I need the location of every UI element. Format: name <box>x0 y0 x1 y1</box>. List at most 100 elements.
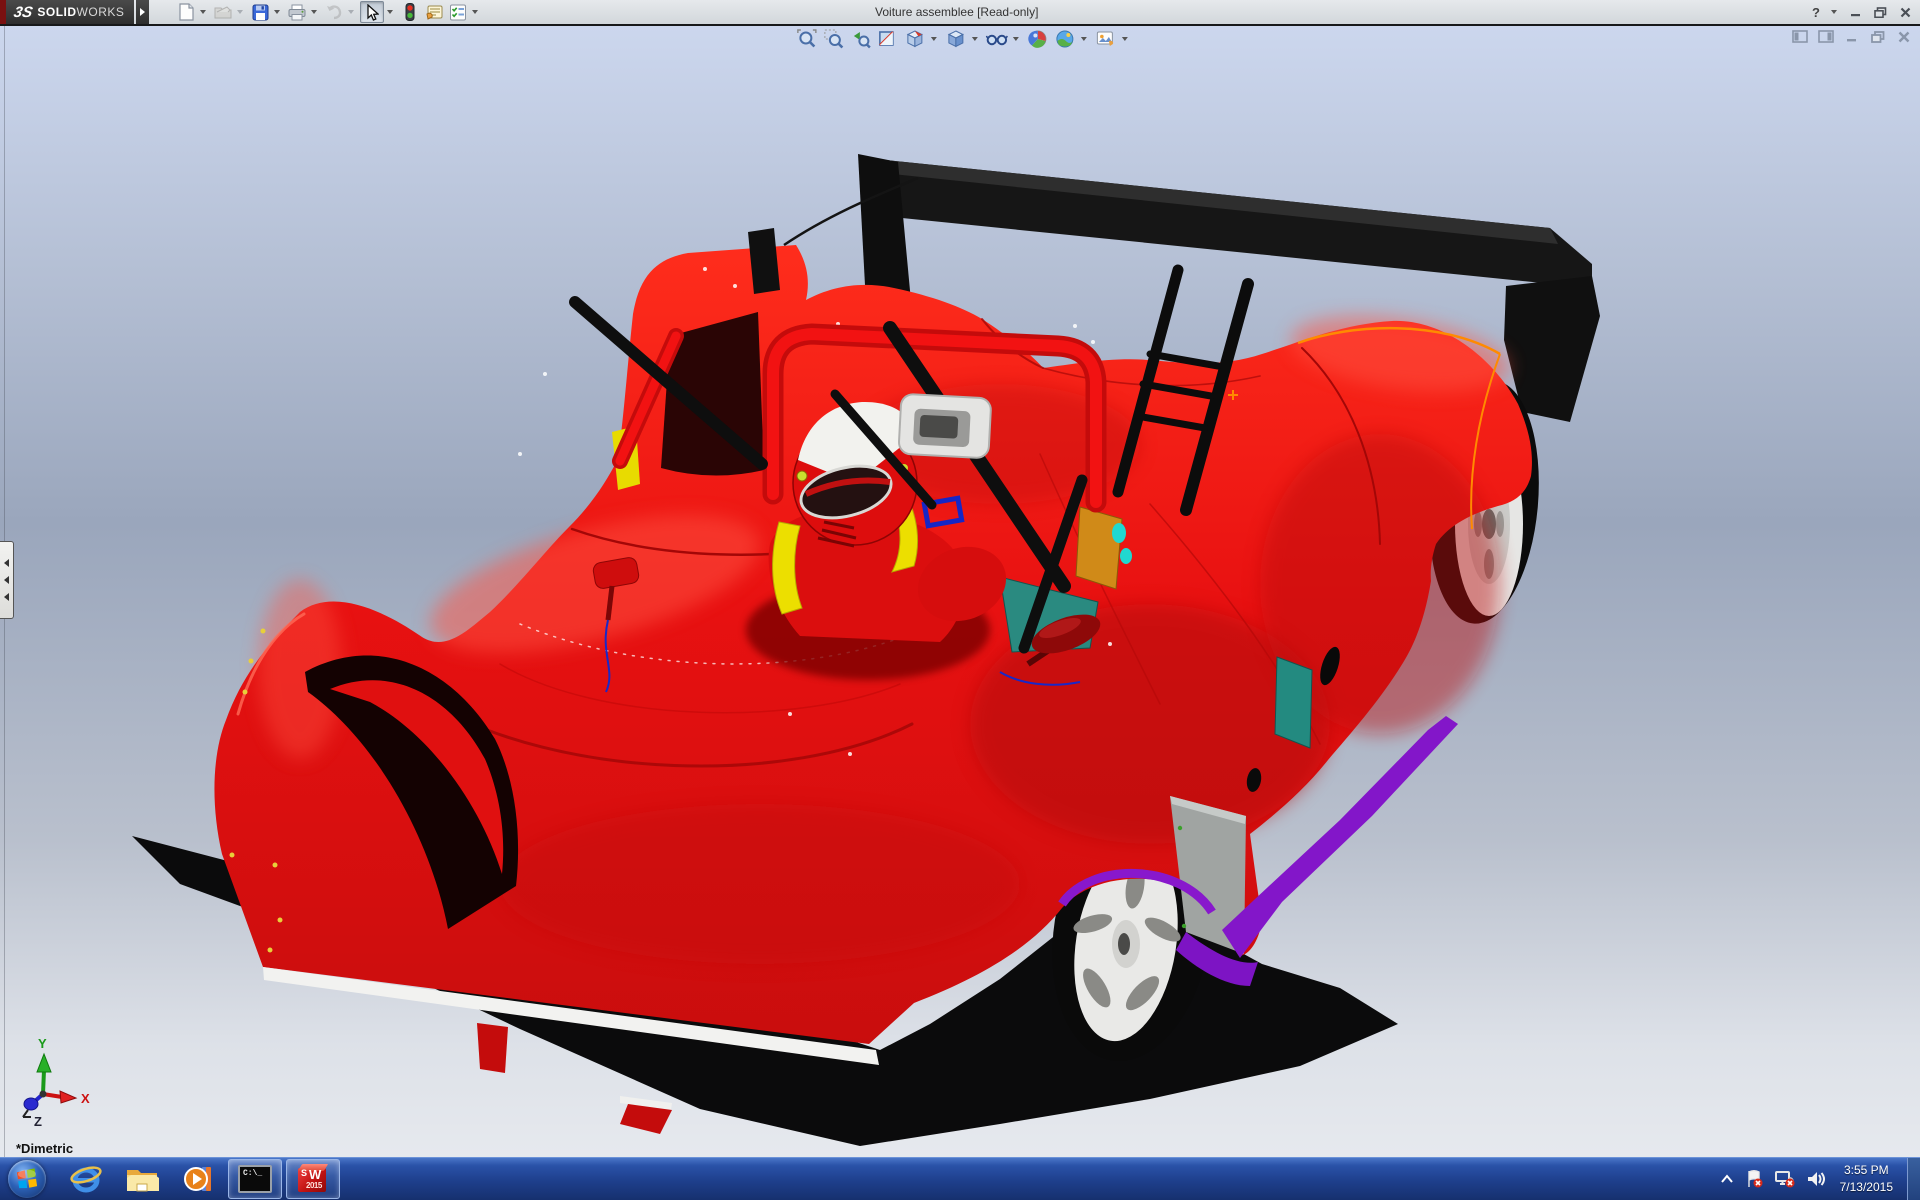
dropdown-arrow-icon[interactable] <box>274 10 280 14</box>
dropdown-arrow-icon[interactable] <box>311 10 317 14</box>
featuremanager-pane-right-button[interactable] <box>1816 28 1836 45</box>
new-document-button[interactable] <box>175 2 197 22</box>
dropdown-arrow-icon[interactable] <box>348 10 354 14</box>
triad-z-label: Z <box>34 1114 42 1129</box>
taskbar-file-explorer[interactable] <box>116 1160 168 1198</box>
previous-view-button[interactable] <box>849 28 873 50</box>
pane-right-icon <box>1818 30 1834 43</box>
edit-appearance-button[interactable] <box>1026 28 1050 50</box>
open-document-icon <box>214 4 233 20</box>
dropdown-arrow-icon[interactable] <box>237 10 243 14</box>
view-orientation-button[interactable] <box>903 28 927 50</box>
zoom-to-area-icon <box>824 29 844 49</box>
taskbar-internet-explorer[interactable] <box>60 1160 112 1198</box>
print-icon <box>288 4 306 21</box>
comment-button[interactable] <box>423 2 445 22</box>
doc-restore-button[interactable] <box>1868 28 1888 45</box>
comment-note-icon <box>425 4 444 21</box>
system-tray: 3:55 PM 7/13/2015 <box>1720 1158 1920 1200</box>
show-hidden-icons-button[interactable] <box>1720 1174 1734 1184</box>
logo-works: WORKS <box>77 5 125 19</box>
undo-button[interactable] <box>323 2 345 22</box>
select-cursor-button[interactable] <box>360 1 384 23</box>
media-player-icon <box>182 1163 214 1195</box>
zoom-to-fit-button[interactable] <box>795 28 819 50</box>
menu-expand-arrow[interactable] <box>136 0 149 24</box>
dropdown-arrow-icon[interactable] <box>1831 10 1837 14</box>
solidworks-logo: 3S SOLID WORKS <box>0 0 149 24</box>
display-style-button[interactable] <box>944 28 968 50</box>
reference-triad: Y X Z <box>6 1022 136 1132</box>
design-checker-button[interactable] <box>447 2 469 22</box>
dropdown-arrow-icon[interactable] <box>1122 37 1128 41</box>
apply-scene-icon <box>1055 29 1075 49</box>
dropdown-arrow-icon[interactable] <box>472 10 478 14</box>
new-document-icon <box>178 3 195 21</box>
pane-left-icon <box>1792 30 1808 43</box>
minimize-icon <box>1846 31 1858 42</box>
dropdown-arrow-icon[interactable] <box>1013 37 1019 41</box>
action-center-flag-icon[interactable] <box>1744 1169 1764 1189</box>
taskbar-media-player[interactable] <box>172 1160 224 1198</box>
close-button[interactable] <box>1894 3 1916 21</box>
close-icon <box>1898 31 1910 43</box>
previous-view-icon <box>851 29 871 49</box>
help-button[interactable]: ? <box>1805 3 1827 21</box>
hide-show-items-button[interactable] <box>985 28 1009 50</box>
car-assembly-model[interactable] <box>0 24 1920 1158</box>
section-view-button[interactable] <box>876 28 900 50</box>
restore-icon <box>1874 7 1887 18</box>
save-icon <box>252 4 269 21</box>
triad-y-label: Y <box>38 1036 47 1051</box>
feature-tree-collapsed-tab[interactable] <box>0 541 14 619</box>
headsup-view-toolbar <box>795 27 1132 51</box>
volume-icon[interactable] <box>1806 1170 1826 1188</box>
restore-button[interactable] <box>1869 3 1891 21</box>
window-title: Voiture assemblee [Read-only] <box>875 0 1038 24</box>
dropdown-arrow-icon[interactable] <box>931 37 937 41</box>
clock-time: 3:55 PM <box>1840 1162 1893 1179</box>
appearance-ball-icon <box>1028 29 1048 49</box>
minimize-button[interactable] <box>1844 3 1866 21</box>
select-cursor-icon <box>365 4 379 21</box>
eyeglasses-icon <box>986 29 1008 49</box>
close-icon <box>1900 7 1911 18</box>
apply-scene-button[interactable] <box>1053 28 1077 50</box>
triad-x-label: X <box>81 1091 90 1106</box>
left-arrow-icon <box>4 593 9 601</box>
windows-logo-icon <box>16 1168 38 1190</box>
view-settings-icon <box>1096 29 1116 49</box>
clock-date: 7/13/2015 <box>1840 1179 1893 1196</box>
dropdown-arrow-icon[interactable] <box>972 37 978 41</box>
taskbar-solidworks[interactable]: S W 2015 <box>286 1159 340 1199</box>
show-desktop-button[interactable] <box>1907 1158 1920 1200</box>
dropdown-arrow-icon[interactable] <box>200 10 206 14</box>
print-button[interactable] <box>286 2 308 22</box>
network-status-icon[interactable] <box>1774 1169 1796 1189</box>
window-controls: ? <box>1805 0 1916 24</box>
zoom-to-area-button[interactable] <box>822 28 846 50</box>
open-document-button[interactable] <box>212 2 234 22</box>
view-settings-button[interactable] <box>1094 28 1118 50</box>
featuremanager-pane-left-button[interactable] <box>1790 28 1810 45</box>
graphics-viewport[interactable]: Y X Z *Dimetric <box>0 24 1920 1158</box>
traffic-light-icon <box>405 3 415 21</box>
dropdown-arrow-icon[interactable] <box>387 10 393 14</box>
restore-icon <box>1871 31 1885 43</box>
document-window-controls <box>1790 28 1914 45</box>
folder-icon <box>125 1164 159 1194</box>
start-button[interactable] <box>8 1160 46 1198</box>
taskbar-command-prompt[interactable]: C:\_ <box>228 1159 282 1199</box>
dropdown-arrow-icon[interactable] <box>1081 37 1087 41</box>
logo-solid: SOLID <box>37 5 76 19</box>
solidworks-2015-icon: S W 2015 <box>297 1164 329 1194</box>
interference-detection-button[interactable] <box>399 2 421 22</box>
doc-close-button[interactable] <box>1894 28 1914 45</box>
solidworks-window: 3S SOLID WORKS <box>0 0 1920 1200</box>
save-button[interactable] <box>249 2 271 22</box>
taskbar-clock[interactable]: 3:55 PM 7/13/2015 <box>1840 1162 1893 1196</box>
doc-minimize-button[interactable] <box>1842 28 1862 45</box>
display-style-icon <box>946 29 966 49</box>
main-toolbar <box>175 1 482 23</box>
internet-explorer-icon <box>70 1163 102 1195</box>
